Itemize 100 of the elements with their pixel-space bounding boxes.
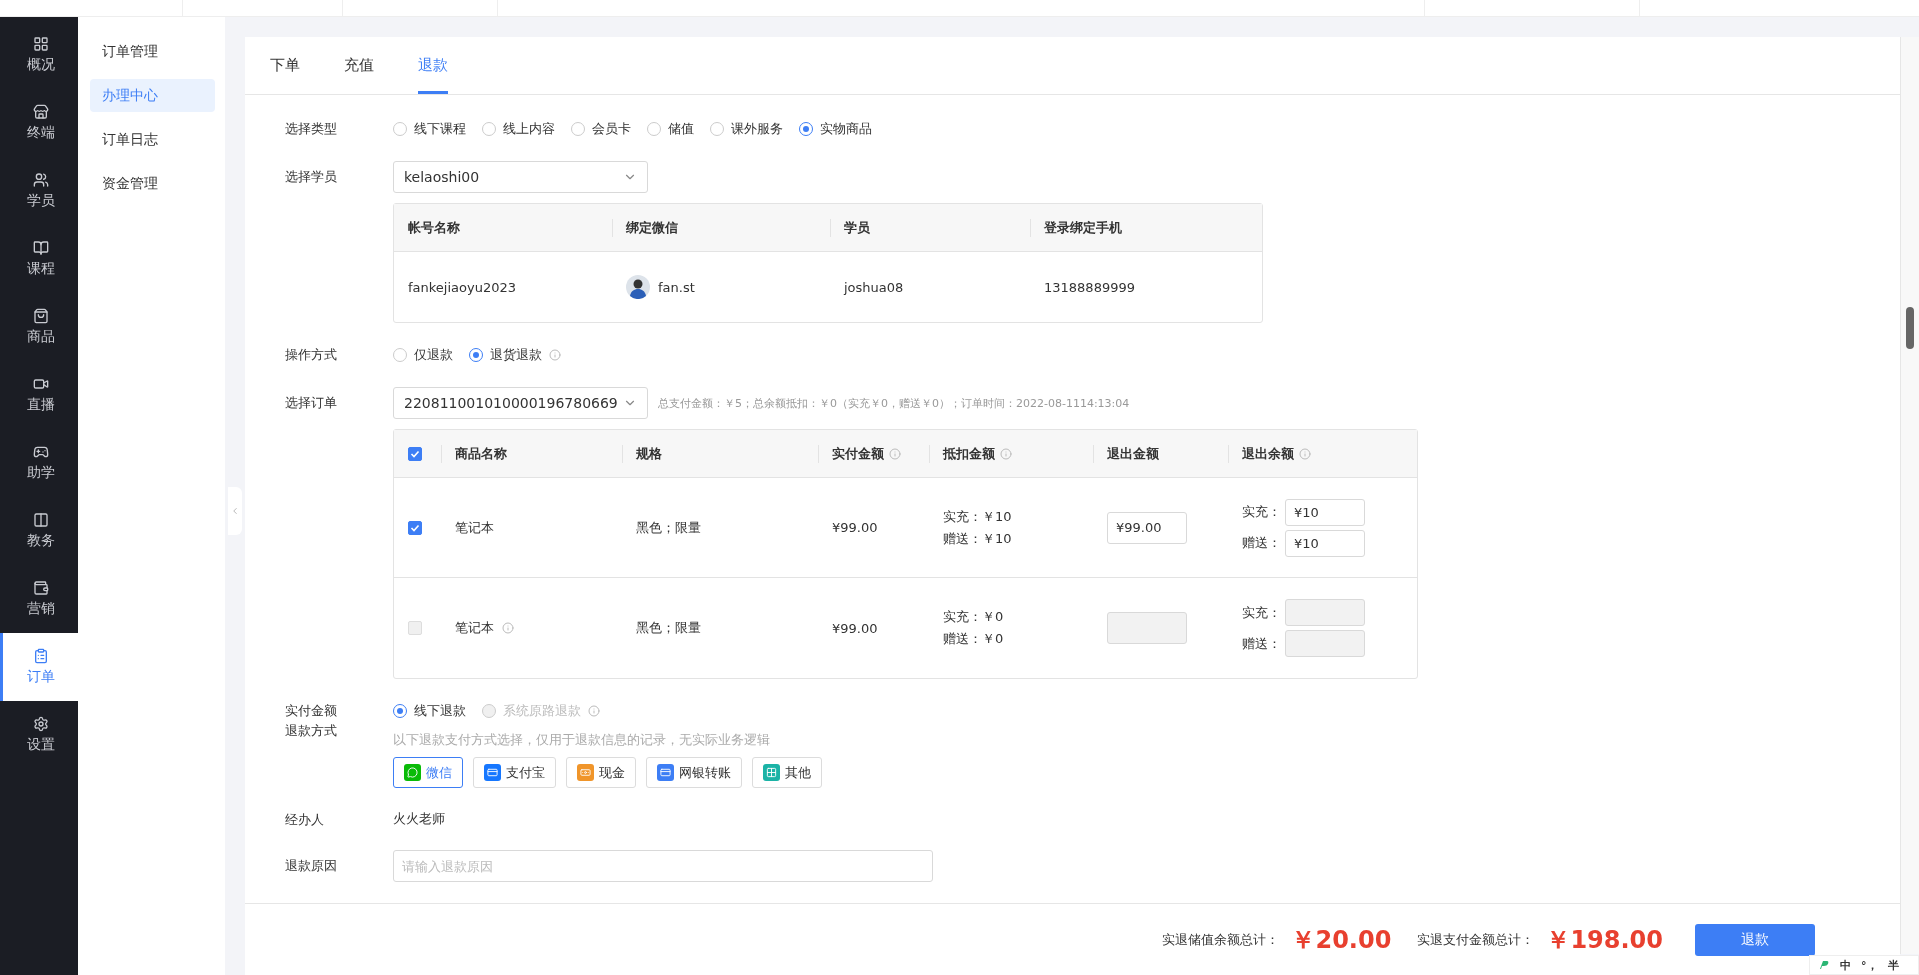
collapse-handle[interactable] (228, 487, 242, 535)
field-label: 实付金额 (285, 702, 338, 720)
field-label: 经办人 (285, 811, 325, 829)
nav-item[interactable]: 直播 (0, 361, 78, 429)
grid-icon (763, 764, 780, 781)
column-header: 学员 (830, 204, 1030, 252)
field-label: 实充： (1242, 503, 1281, 521)
field-label: 赠送： (1242, 634, 1281, 653)
student-select[interactable]: kelaoshi00 (393, 161, 648, 193)
checkbox[interactable] (408, 446, 422, 461)
nav-item[interactable]: 课程 (0, 225, 78, 293)
refund-button[interactable]: 退款 (1695, 923, 1815, 956)
info-icon (502, 622, 514, 634)
radio-option[interactable]: 线上内容 (482, 120, 555, 138)
ime-item[interactable]: 中 (1840, 957, 1851, 973)
total-amount: ￥20.00 (1291, 924, 1392, 956)
column-header: 绑定微信 (612, 204, 830, 252)
nav-item[interactable]: 教务 (0, 497, 78, 565)
gamepad-icon (32, 444, 49, 460)
check-icon (410, 522, 420, 533)
table-cell: 黑色；限量 (622, 478, 818, 578)
wallet-icon (32, 580, 49, 596)
nav-item[interactable]: 终端 (0, 89, 78, 157)
field-label: 退款方式 (285, 722, 338, 740)
table-cell: ¥99.00 (818, 478, 929, 578)
columns-icon (32, 512, 49, 528)
nav-item[interactable]: 助学 (0, 429, 78, 497)
scrollbar[interactable] (1900, 37, 1919, 954)
bag-icon (32, 308, 49, 324)
payment-icon (484, 764, 501, 781)
column-header: 商品名称 (455, 444, 507, 463)
nav-item[interactable]: 订单 (0, 633, 78, 701)
sub-nav-item[interactable]: 办理中心 (90, 79, 215, 112)
book-icon (32, 240, 49, 256)
deduction-text: 实充：￥0 (943, 608, 1004, 626)
card-icon (657, 764, 674, 781)
sub-nav-item[interactable]: 订单日志 (90, 123, 215, 156)
payment-method-button[interactable]: 微信 (393, 757, 463, 788)
column-header: 规格 (636, 444, 662, 463)
video-icon (32, 376, 49, 392)
hint-text: 以下退款支付方式选择，仅用于退款信息的记录，无实际业务逻辑 (393, 731, 771, 749)
radio-option[interactable]: 仅退款 (393, 346, 453, 364)
ime-item[interactable]: 半 (1887, 957, 1899, 973)
order-select[interactable]: 220811001010000196780669 (393, 387, 648, 419)
column-header: 帐号名称 (394, 204, 612, 252)
field-label: 选择类型 (285, 120, 338, 138)
info-icon (549, 349, 561, 361)
radio-option[interactable]: 会员卡 (571, 120, 631, 138)
wechat-name: fan.st (658, 279, 695, 295)
tab[interactable]: 退款 (418, 37, 448, 94)
cash-icon (577, 764, 594, 781)
sub-nav-item[interactable]: 资金管理 (90, 167, 215, 200)
product-name: 笔记本 (455, 619, 494, 637)
tab[interactable]: 充值 (344, 37, 374, 94)
field-label: 选择学员 (285, 168, 338, 186)
reason-field[interactable]: 请输入退款原因 (393, 850, 933, 882)
balance-field[interactable]: ¥10 (1285, 529, 1365, 557)
payment-method-button[interactable]: 其他 (752, 757, 822, 788)
table-cell-text: 黑色；限量 (635, 619, 702, 637)
field-label: 实充： (1242, 603, 1281, 622)
grid-icon (32, 36, 49, 52)
sub-nav-item[interactable]: 订单管理 (90, 35, 215, 68)
radio-option[interactable]: 实物商品 (799, 120, 872, 138)
payment-method-button[interactable]: 支付宝 (473, 757, 556, 788)
info-icon (1000, 447, 1012, 460)
chat-icon (404, 764, 421, 781)
nav-item[interactable]: 商品 (0, 293, 78, 361)
field-label: 选择订单 (285, 394, 338, 412)
payment-method-button[interactable]: 现金 (566, 757, 636, 788)
field-label: 赠送： (1242, 534, 1281, 552)
radio-option[interactable]: 退货退款 (469, 346, 561, 364)
store-icon (32, 104, 49, 120)
deduction-text: 赠送：￥10 (943, 529, 1012, 548)
info-icon (889, 447, 901, 460)
refund-amount-field[interactable]: ¥99.00 (1107, 511, 1187, 544)
deduction-text: 赠送：￥0 (943, 630, 1004, 648)
nav-item[interactable]: 概况 (0, 21, 78, 89)
avatar (626, 275, 650, 299)
column-header: 退出余额 (1242, 444, 1294, 463)
nav-item[interactable]: 设置 (0, 701, 78, 769)
radio-option[interactable]: 线下课程 (393, 120, 466, 138)
radio-option[interactable]: 课外服务 (710, 120, 783, 138)
column-header: 抵扣金额 (943, 444, 995, 463)
checkbox[interactable] (408, 520, 422, 535)
info-icon (1299, 447, 1311, 460)
total-label: 实退支付金额总计： (1417, 930, 1535, 949)
clipboard-icon (32, 648, 49, 664)
deduction-text: 实充：￥10 (943, 507, 1012, 526)
tab[interactable]: 下单 (270, 37, 300, 94)
radio-option[interactable]: 线下退款 (393, 702, 466, 720)
balance-field[interactable]: ¥10 (1285, 498, 1365, 526)
info-icon (588, 705, 600, 717)
payment-method-button[interactable]: 网银转账 (646, 757, 742, 788)
check-icon (410, 448, 420, 459)
nav-item[interactable]: 营销 (0, 565, 78, 633)
nav-item[interactable]: 学员 (0, 157, 78, 225)
ime-item[interactable]: °， (1861, 957, 1878, 973)
total-amount: ￥198.00 (1546, 924, 1663, 956)
field-label: 退款原因 (285, 857, 338, 875)
radio-option[interactable]: 储值 (647, 120, 694, 138)
